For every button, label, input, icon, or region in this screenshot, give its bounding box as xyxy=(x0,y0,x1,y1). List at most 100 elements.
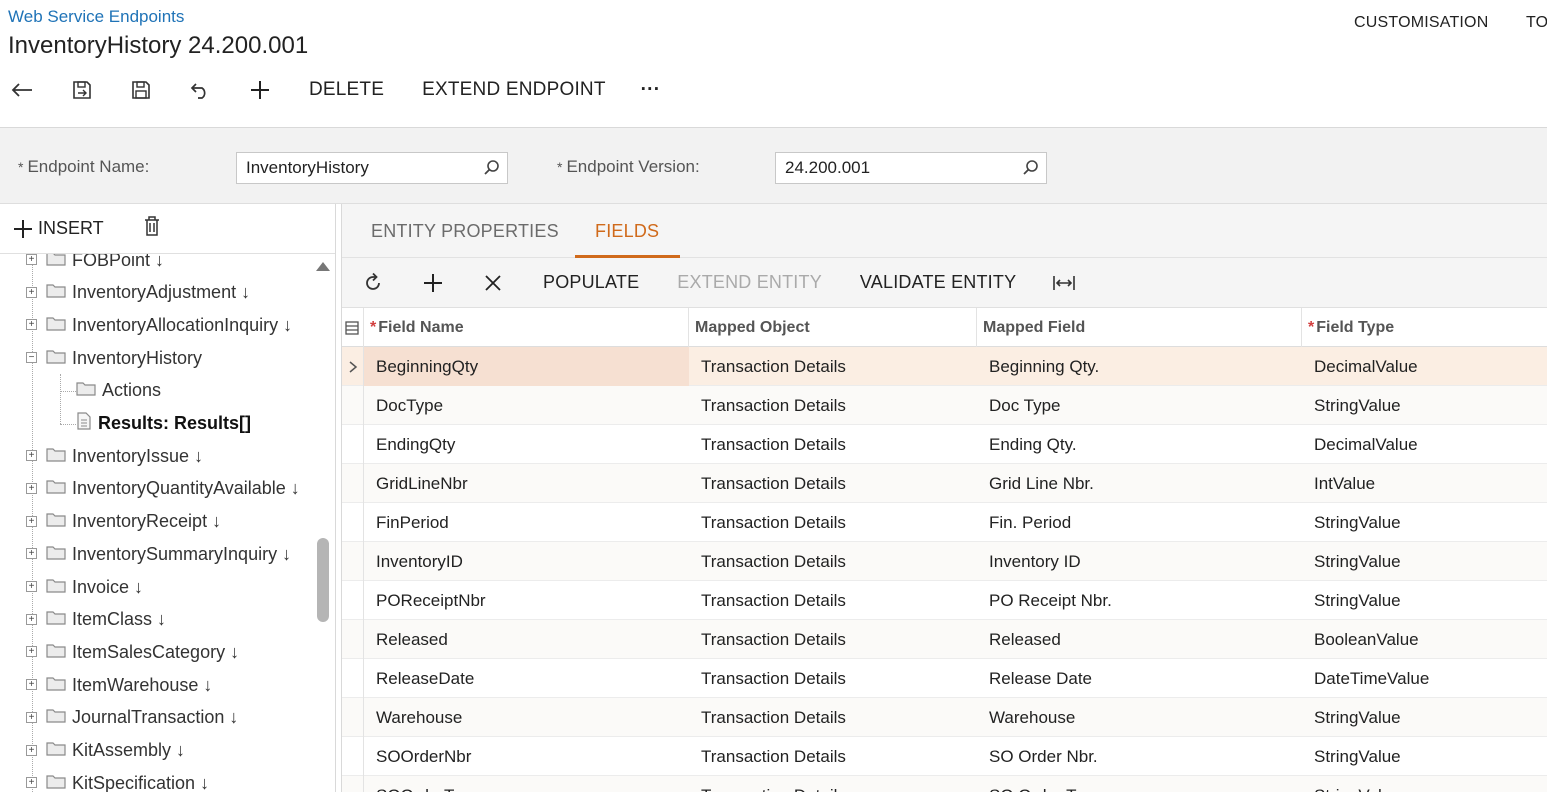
tree-item-fob-point[interactable]: FOBPoint ↓ xyxy=(46,254,164,276)
search-icon[interactable] xyxy=(483,159,501,182)
tree-item-actions[interactable]: Actions xyxy=(76,375,161,407)
tree-item-kit-specification[interactable]: KitSpecification ↓ xyxy=(46,767,209,792)
customisation-menu[interactable]: CUSTOMISATION xyxy=(1354,14,1488,32)
expand-icon[interactable]: + xyxy=(26,777,37,789)
save-icon[interactable] xyxy=(127,76,155,104)
add-icon[interactable] xyxy=(246,76,274,104)
add-row-icon[interactable] xyxy=(418,268,448,298)
cell-field-type[interactable]: BooleanValue xyxy=(1302,620,1547,659)
cell-field-name[interactable]: SOOrderNbr xyxy=(364,737,689,776)
back-icon[interactable] xyxy=(8,76,36,104)
tools-menu[interactable]: TO xyxy=(1526,14,1547,32)
tree-item-item-sales-category[interactable]: ItemSalesCategory ↓ xyxy=(46,636,239,668)
row-selector[interactable] xyxy=(342,698,364,737)
cell-mapped-object[interactable]: Transaction Details xyxy=(689,581,977,620)
cell-field-type[interactable]: StringValue xyxy=(1302,542,1547,581)
validate-entity-button[interactable]: VALIDATE ENTITY xyxy=(860,272,1016,293)
cell-field-type[interactable]: StringValue xyxy=(1302,386,1547,425)
cell-field-name[interactable]: SOOrderType xyxy=(364,776,689,792)
table-row[interactable]: InventoryID Transaction Details Inventory … xyxy=(342,542,1547,581)
cell-field-type[interactable]: DateTimeValue xyxy=(1302,659,1547,698)
cell-field-type[interactable]: StringValue xyxy=(1302,737,1547,776)
scroll-up-icon[interactable] xyxy=(316,262,330,271)
row-selector[interactable] xyxy=(342,386,364,425)
expand-icon[interactable]: + xyxy=(26,450,37,462)
column-header-mapped-object[interactable]: Mapped Object xyxy=(689,308,977,347)
expand-icon[interactable]: + xyxy=(26,646,37,658)
tree-item-invoice[interactable]: Invoice ↓ xyxy=(46,571,143,603)
tree-item-item-class[interactable]: ItemClass ↓ xyxy=(46,604,166,636)
cell-mapped-object[interactable]: Transaction Details xyxy=(689,659,977,698)
cell-field-name[interactable]: DocType xyxy=(364,386,689,425)
endpoint-name-field[interactable]: InventoryHistory xyxy=(236,152,508,184)
cell-mapped-object[interactable]: Transaction Details xyxy=(689,620,977,659)
cell-field-type[interactable]: DecimalValue xyxy=(1302,347,1547,386)
cell-mapped-object[interactable]: Transaction Details xyxy=(689,737,977,776)
row-selector[interactable] xyxy=(342,425,364,464)
row-selector[interactable] xyxy=(342,464,364,503)
cell-mapped-field[interactable]: SO Order Type xyxy=(977,776,1302,792)
table-row[interactable]: POReceiptNbr Transaction Details PO Receip… xyxy=(342,581,1547,620)
cell-mapped-object[interactable]: Transaction Details xyxy=(689,503,977,542)
more-options-button[interactable]: ··· xyxy=(641,79,661,101)
tree-item-inventory-allocation-inquiry[interactable]: InventoryAllocationInquiry ↓ xyxy=(46,309,292,341)
row-selector[interactable] xyxy=(342,347,364,386)
undo-icon[interactable] xyxy=(186,76,214,104)
cell-mapped-field[interactable]: Warehouse xyxy=(977,698,1302,737)
save-close-icon[interactable] xyxy=(68,76,96,104)
cell-field-type[interactable]: StringValue xyxy=(1302,581,1547,620)
cell-field-name[interactable]: GridLineNbr xyxy=(364,464,689,503)
expand-icon[interactable]: + xyxy=(26,744,37,756)
cell-field-type[interactable]: IntValue xyxy=(1302,464,1547,503)
cell-field-name[interactable]: Released xyxy=(364,620,689,659)
table-row[interactable]: Warehouse Transaction Details Warehouse Str… xyxy=(342,698,1547,737)
cell-mapped-object[interactable]: Transaction Details xyxy=(689,425,977,464)
fit-columns-icon[interactable] xyxy=(1049,268,1079,298)
tree-item-item-warehouse[interactable]: ItemWarehouse ↓ xyxy=(46,669,212,701)
row-selector[interactable] xyxy=(342,503,364,542)
expand-icon[interactable]: + xyxy=(26,319,37,331)
column-header-mapped-field[interactable]: Mapped Field xyxy=(977,308,1302,347)
cell-field-type[interactable]: StringValue xyxy=(1302,698,1547,737)
cell-mapped-object[interactable]: Transaction Details xyxy=(689,542,977,581)
table-row[interactable]: BeginningQty Transaction Details Beginning… xyxy=(342,347,1547,386)
search-icon[interactable] xyxy=(1022,159,1040,182)
tree-item-results[interactable]: Results: Results[] xyxy=(76,408,251,440)
cell-mapped-field[interactable]: SO Order Nbr. xyxy=(977,737,1302,776)
expand-icon[interactable]: + xyxy=(26,679,37,691)
tree-scrollbar[interactable] xyxy=(312,254,335,792)
row-selector[interactable] xyxy=(342,776,364,792)
cell-mapped-field[interactable]: Release Date xyxy=(977,659,1302,698)
trash-icon[interactable] xyxy=(142,215,162,242)
table-row[interactable]: SOOrderNbr Transaction Details SO Order Nb… xyxy=(342,737,1547,776)
expand-icon[interactable]: + xyxy=(26,581,37,592)
extend-entity-button[interactable]: EXTEND ENTITY xyxy=(677,272,822,293)
tree-item-inventory-quantity-available[interactable]: InventoryQuantityAvailable ↓ xyxy=(46,473,300,505)
tree-item-inventory-adjustment[interactable]: InventoryAdjustment ↓ xyxy=(46,277,250,309)
table-row[interactable]: FinPeriod Transaction Details Fin. Period S… xyxy=(342,503,1547,542)
row-selector[interactable] xyxy=(342,581,364,620)
tree-item-journal-transaction[interactable]: JournalTransaction ↓ xyxy=(46,702,238,734)
scroll-thumb[interactable] xyxy=(317,538,329,622)
cell-field-type[interactable]: StringValue xyxy=(1302,503,1547,542)
expand-icon[interactable]: + xyxy=(26,482,37,494)
expand-icon[interactable]: + xyxy=(26,613,37,625)
table-row[interactable]: Released Transaction Details Released Boole… xyxy=(342,620,1547,659)
tree-item-inventory-history[interactable]: InventoryHistory xyxy=(46,342,202,374)
cell-mapped-object[interactable]: Transaction Details xyxy=(689,776,977,792)
tree-item-inventory-receipt[interactable]: InventoryReceipt ↓ xyxy=(46,506,221,538)
cell-field-name[interactable]: ReleaseDate xyxy=(364,659,689,698)
table-row[interactable]: GridLineNbr Transaction Details Grid Line … xyxy=(342,464,1547,503)
cell-mapped-field[interactable]: Doc Type xyxy=(977,386,1302,425)
tree-item-inventory-issue[interactable]: InventoryIssue ↓ xyxy=(46,440,203,472)
table-row[interactable]: SOOrderTypeTransaction DetailsSO Order T… xyxy=(342,776,1547,792)
cell-mapped-field[interactable]: PO Receipt Nbr. xyxy=(977,581,1302,620)
refresh-icon[interactable] xyxy=(358,268,388,298)
extend-endpoint-button[interactable]: EXTEND ENDPOINT xyxy=(422,79,606,101)
row-selector[interactable] xyxy=(342,542,364,581)
tab-entity-properties[interactable]: ENTITY PROPERTIES xyxy=(371,221,559,242)
table-row[interactable]: EndingQty Transaction Details Ending Qty. D… xyxy=(342,425,1547,464)
tree-item-kit-assembly[interactable]: KitAssembly ↓ xyxy=(46,735,185,767)
delete-row-icon[interactable] xyxy=(478,268,508,298)
row-selector[interactable] xyxy=(342,659,364,698)
